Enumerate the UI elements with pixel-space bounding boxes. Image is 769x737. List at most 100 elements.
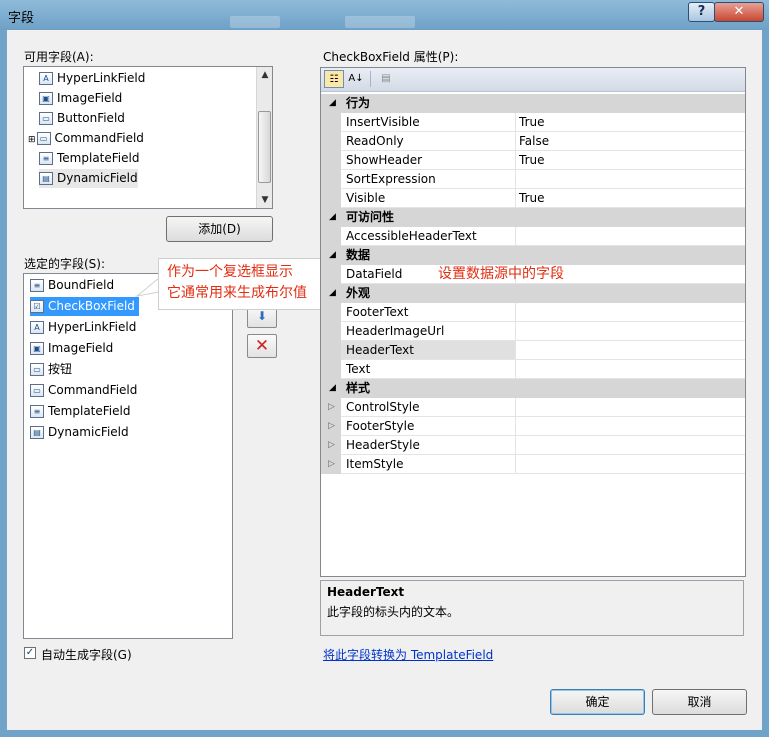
available-fields-list[interactable]: A HyperLinkField ▣ ImageField ▭ ButtonField…: [23, 66, 273, 209]
property-toolbar: ☷ A↓ ▤: [321, 68, 745, 92]
scrollbar[interactable]: ▲ ▼: [256, 67, 272, 208]
property-description: HeaderText 此字段的标头内的文本。: [320, 580, 744, 636]
property-row[interactable]: AccessibleHeaderText: [321, 227, 745, 246]
property-value[interactable]: False: [515, 132, 745, 150]
list-item[interactable]: ≡ TemplateField: [39, 149, 139, 168]
dialog-window: 字段 ? ✕ 可用字段(A): A HyperLinkField ▣ ImageFi…: [0, 0, 769, 737]
property-value[interactable]: True: [515, 113, 745, 131]
callout-annotation: 作为一个复选框显示 它通常用来生成布尔值: [158, 258, 326, 310]
template-field-icon: ≡: [30, 405, 44, 418]
button-field-icon: ▭: [30, 363, 44, 376]
property-value[interactable]: [515, 417, 745, 435]
property-value[interactable]: [515, 303, 745, 321]
property-row[interactable]: InsertVisible True: [321, 113, 745, 132]
delete-button[interactable]: ✕: [247, 334, 277, 358]
list-item[interactable]: ▣ ImageField: [30, 339, 113, 358]
category-style[interactable]: ◢ 样式: [321, 379, 745, 398]
callout-text: 作为一个复选框显示: [167, 264, 293, 280]
property-value[interactable]: True: [515, 151, 745, 169]
category-behavior[interactable]: ◢ 行为: [321, 94, 745, 113]
list-item[interactable]: A HyperLinkField: [39, 69, 145, 88]
template-field-icon: ≡: [39, 152, 53, 165]
collapse-icon[interactable]: ◢: [329, 246, 336, 265]
categorized-icon[interactable]: ☷: [324, 70, 344, 88]
selected-fields-label: 选定的字段(S):: [24, 257, 106, 271]
alphabetical-icon[interactable]: A↓: [346, 70, 366, 88]
property-row[interactable]: ▷ HeaderStyle: [321, 436, 745, 455]
properties-label: CheckBoxField 属性(P):: [323, 50, 459, 64]
expand-icon[interactable]: ⊞: [28, 135, 36, 145]
property-grid[interactable]: ☷ A↓ ▤ ◢ 行为 InsertVisible True ReadOnly Fal…: [320, 67, 746, 577]
selected-fields-list[interactable]: ≡ BoundField ☑ CheckBoxField A HyperLinkFie…: [23, 273, 233, 639]
property-value[interactable]: [515, 227, 745, 245]
list-item[interactable]: ▤ DynamicField: [30, 423, 129, 442]
collapse-icon[interactable]: ◢: [329, 208, 336, 227]
property-value[interactable]: [515, 170, 745, 188]
list-item[interactable]: ▭ ButtonField: [39, 109, 125, 128]
property-row[interactable]: Text: [321, 360, 745, 379]
available-fields-label: 可用字段(A):: [24, 50, 94, 64]
description-title: HeaderText: [327, 585, 405, 599]
category-appearance[interactable]: ◢ 外观: [321, 284, 745, 303]
checkbox-field-icon: ☑: [30, 300, 44, 313]
background-blur: [230, 16, 280, 28]
collapse-icon[interactable]: ◢: [329, 284, 336, 303]
property-value[interactable]: [515, 341, 745, 359]
property-row[interactable]: HeaderImageUrl: [321, 322, 745, 341]
close-button[interactable]: ✕: [714, 2, 764, 22]
property-value[interactable]: [515, 455, 745, 473]
list-item[interactable]: A HyperLinkField: [30, 318, 136, 337]
list-item[interactable]: ⊞ ▭ CommandField: [28, 129, 144, 148]
background-blur: [345, 16, 415, 28]
category-data[interactable]: ◢ 数据: [321, 246, 745, 265]
command-field-icon: ▭: [30, 384, 44, 397]
property-row[interactable]: ▷ FooterStyle: [321, 417, 745, 436]
expand-icon[interactable]: ▷: [328, 398, 335, 416]
scrollbar-thumb[interactable]: [258, 111, 271, 183]
collapse-icon[interactable]: ◢: [329, 379, 336, 398]
help-button[interactable]: ?: [688, 2, 715, 22]
property-row-selected[interactable]: HeaderText: [321, 341, 745, 360]
expand-icon[interactable]: ▷: [328, 436, 335, 454]
expand-icon[interactable]: ▷: [328, 417, 335, 435]
list-item-selected[interactable]: ☑ CheckBoxField: [30, 297, 139, 316]
property-value[interactable]: [515, 360, 745, 378]
scroll-up-icon[interactable]: ▲: [257, 70, 273, 80]
property-row[interactable]: FooterText: [321, 303, 745, 322]
dynamic-field-icon: ▤: [39, 172, 53, 185]
arrow-down-icon: ⬇: [256, 309, 268, 323]
expand-icon[interactable]: ▷: [328, 455, 335, 473]
list-item[interactable]: ≡ BoundField: [30, 276, 114, 295]
collapse-icon[interactable]: ◢: [329, 94, 336, 113]
list-item[interactable]: ▭ CommandField: [30, 381, 137, 400]
property-pages-icon[interactable]: ▤: [376, 70, 396, 88]
property-value[interactable]: True: [515, 189, 745, 207]
property-value[interactable]: [515, 436, 745, 454]
convert-to-template-link[interactable]: 将此字段转换为 TemplateField: [323, 646, 493, 663]
auto-generate-checkbox[interactable]: ✓: [24, 647, 36, 659]
delete-icon: ✕: [254, 336, 270, 356]
dynamic-field-icon: ▤: [30, 426, 44, 439]
list-item[interactable]: ▭ 按钮: [30, 360, 72, 379]
property-value[interactable]: [515, 398, 745, 416]
list-item[interactable]: ▤ DynamicField: [39, 169, 138, 188]
list-item[interactable]: ▣ ImageField: [39, 89, 122, 108]
property-row[interactable]: ▷ ControlStyle: [321, 398, 745, 417]
property-row[interactable]: ▷ ItemStyle: [321, 455, 745, 474]
toolbar-separator: [370, 71, 371, 87]
add-button[interactable]: 添加(D): [166, 216, 273, 242]
cancel-button[interactable]: 取消: [652, 689, 747, 715]
property-value[interactable]: [515, 322, 745, 340]
category-accessibility[interactable]: ◢ 可访问性: [321, 208, 745, 227]
image-field-icon: ▣: [30, 342, 44, 355]
property-row[interactable]: ShowHeader True: [321, 151, 745, 170]
property-row[interactable]: SortExpression: [321, 170, 745, 189]
property-row[interactable]: Visible True: [321, 189, 745, 208]
title-bar[interactable]: 字段 ? ✕: [0, 0, 769, 30]
bound-field-icon: ≡: [30, 279, 44, 292]
scroll-down-icon[interactable]: ▼: [257, 195, 273, 205]
list-item[interactable]: ≡ TemplateField: [30, 402, 130, 421]
property-row[interactable]: ReadOnly False: [321, 132, 745, 151]
image-field-icon: ▣: [39, 92, 53, 105]
ok-button[interactable]: 确定: [550, 689, 645, 715]
